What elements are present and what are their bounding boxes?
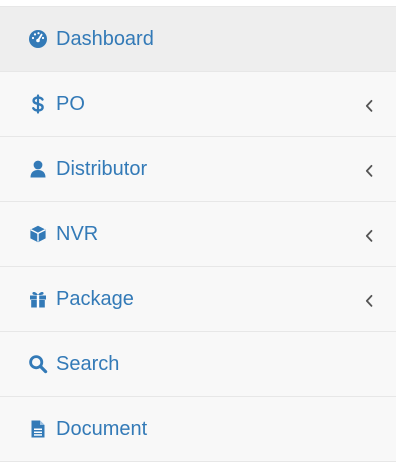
- sidebar-nav: Dashboard PO Distributor NVR Package Sea…: [0, 6, 396, 462]
- gift-icon: [28, 289, 48, 309]
- sidebar-item-nvr[interactable]: NVR: [0, 202, 396, 267]
- sidebar-item-label: NVR: [56, 222, 99, 245]
- user-icon: [28, 159, 48, 179]
- sidebar-item-dashboard[interactable]: Dashboard: [0, 7, 396, 72]
- cube-icon: [28, 224, 48, 244]
- chevron-left-icon[interactable]: [364, 161, 374, 177]
- sidebar-item-package[interactable]: Package: [0, 267, 396, 332]
- chevron-left-icon[interactable]: [364, 226, 374, 242]
- sidebar-item-label: Document: [56, 417, 148, 440]
- sidebar-item-label: Distributor: [56, 157, 148, 180]
- document-icon: [28, 419, 48, 439]
- dollar-icon: [28, 94, 48, 114]
- chevron-left-icon[interactable]: [364, 291, 374, 307]
- search-icon: [28, 354, 48, 374]
- sidebar-item-search[interactable]: Search: [0, 332, 396, 397]
- dashboard-icon: [28, 29, 48, 49]
- sidebar-item-label: Dashboard: [56, 27, 154, 50]
- sidebar-item-po[interactable]: PO: [0, 72, 396, 137]
- sidebar-item-distributor[interactable]: Distributor: [0, 137, 396, 202]
- sidebar-item-document[interactable]: Document: [0, 397, 396, 462]
- sidebar-item-label: PO: [56, 92, 85, 115]
- sidebar-item-label: Package: [56, 287, 134, 310]
- chevron-left-icon[interactable]: [364, 96, 374, 112]
- sidebar-item-label: Search: [56, 352, 120, 375]
